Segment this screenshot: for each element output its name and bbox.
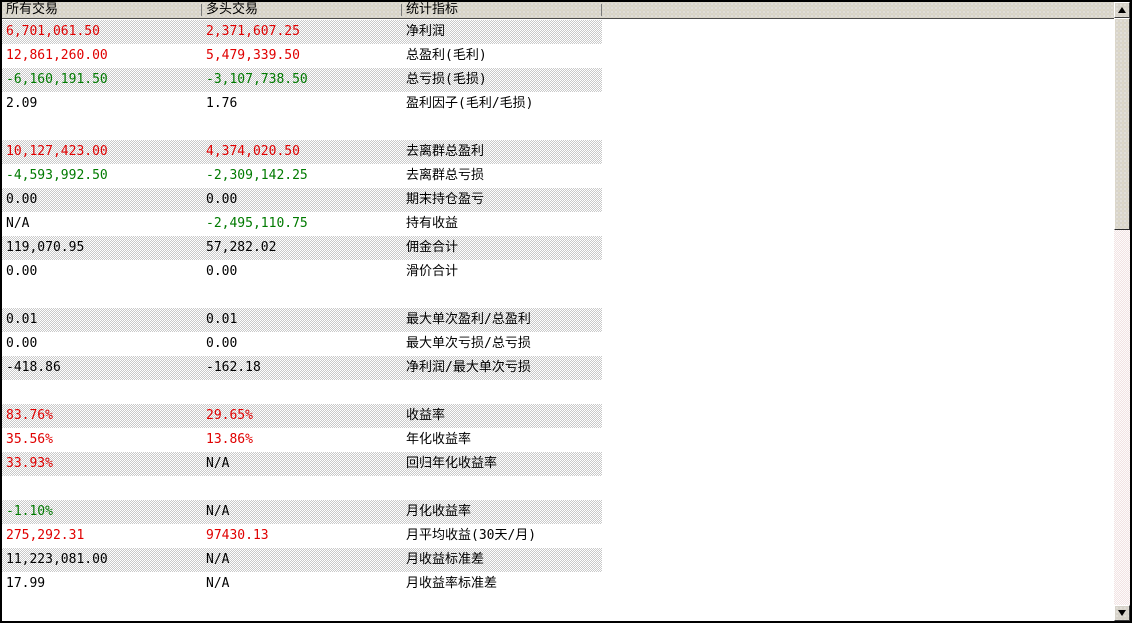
cell-metric: 月平均收益(30天/月) <box>406 528 537 543</box>
cell-all-trades: 0.00 <box>6 336 38 351</box>
table-row: 119,070.95 57,282.02 佣金合计 <box>2 236 602 260</box>
cell-metric: 总盈利(毛利) <box>406 48 487 63</box>
table-row: N/A -2,495,110.75 持有收益 <box>2 212 602 236</box>
cell-metric: 收益率 <box>406 408 446 423</box>
cell-long-trades: 5,479,339.50 <box>206 48 300 63</box>
table-row: 11,223,081.00 N/A 月收益标准差 <box>2 548 602 572</box>
cell-long-trades: 97430.13 <box>206 528 269 543</box>
scroll-up-button[interactable] <box>1114 2 1130 18</box>
table-row: -1.10% N/A 月化收益率 <box>2 500 602 524</box>
cell-long-trades: 0.00 <box>206 192 238 207</box>
cell-long-trades: N/A <box>206 456 230 471</box>
table-row: 12,861,260.00 5,479,339.50 总盈利(毛利) <box>2 44 602 68</box>
cell-all-trades: 11,223,081.00 <box>6 552 108 567</box>
up-arrow-icon <box>1118 7 1126 13</box>
table-row: -4,593,992.50 -2,309,142.25 去离群总亏损 <box>2 164 602 188</box>
cell-metric: 净利润 <box>406 24 446 39</box>
table-row: 35.56% 13.86% 年化收益率 <box>2 428 602 452</box>
table-row: 0.00 0.00 最大单次亏损/总亏损 <box>2 332 602 356</box>
cell-metric: 盈利因子(毛利/毛损) <box>406 96 534 111</box>
table-body: 6,701,061.50 2,371,607.25 净利润 12,861,260.00… <box>2 20 1114 621</box>
cell-all-trades: 0.01 <box>6 312 38 327</box>
cell-metric: 滑价合计 <box>406 264 459 279</box>
cell-all-trades: N/A <box>6 216 30 231</box>
cell-metric: 月收益率标准差 <box>406 576 498 591</box>
cell-long-trades: 29.65% <box>206 408 253 423</box>
cell-metric: 回归年化收益率 <box>406 456 498 471</box>
table-row: -418.86 -162.18 净利润/最大单次亏损 <box>2 356 602 380</box>
cell-all-trades: 10,127,423.00 <box>6 144 108 159</box>
cell-long-trades: 2,371,607.25 <box>206 24 300 39</box>
cell-all-trades: 83.76% <box>6 408 53 423</box>
cell-all-trades: 0.00 <box>6 264 38 279</box>
cell-all-trades: 35.56% <box>6 432 53 447</box>
column-header-filler <box>602 2 1114 18</box>
vertical-scrollbar[interactable] <box>1114 2 1130 621</box>
cell-all-trades: -6,160,191.50 <box>6 72 108 87</box>
table-row: 17.99 N/A 月收益率标准差 <box>2 572 602 596</box>
cell-long-trades: N/A <box>206 504 230 519</box>
table-row: 0.01 0.01 最大单次盈利/总盈利 <box>2 308 602 332</box>
table-row-group: 0.01 0.01 最大单次盈利/总盈利 0.00 0.00 最大单次亏损/总亏损 -418… <box>2 308 1114 380</box>
table-row: -6,160,191.50 -3,107,738.50 总亏损(毛损) <box>2 68 602 92</box>
cell-long-trades: 0.01 <box>206 312 238 327</box>
backtest-statistics-window: 所有交易 多头交易 统计指标 6,701,061.50 2,371,607.25 净… <box>0 0 1132 623</box>
table-row: 275,292.31 97430.13 月平均收益(30天/月) <box>2 524 602 548</box>
cell-metric: 总亏损(毛损) <box>406 72 487 87</box>
cell-long-trades: -3,107,738.50 <box>206 72 308 87</box>
cell-metric: 净利润/最大单次亏损 <box>406 360 531 375</box>
cell-long-trades: -2,495,110.75 <box>206 216 308 231</box>
cell-metric: 去离群总亏损 <box>406 168 485 183</box>
cell-all-trades: -1.10% <box>6 504 53 519</box>
cell-all-trades: 2.09 <box>6 96 38 111</box>
cell-long-trades: 0.00 <box>206 336 238 351</box>
table-row-group: 6,701,061.50 2,371,607.25 净利润 12,861,260.00… <box>2 20 1114 116</box>
cell-metric: 年化收益率 <box>406 432 472 447</box>
cell-all-trades: 33.93% <box>6 456 53 471</box>
scroll-thumb[interactable] <box>1114 18 1130 230</box>
cell-long-trades: N/A <box>206 552 230 567</box>
table-row: 0.00 0.00 期末持仓盈亏 <box>2 188 602 212</box>
cell-all-trades: 275,292.31 <box>6 528 85 543</box>
cell-long-trades: 1.76 <box>206 96 238 111</box>
table-row-group: 83.76% 29.65% 收益率 35.56% 13.86% 年化收益率 33.93% N/… <box>2 404 1114 476</box>
cell-all-trades: 6,701,061.50 <box>6 24 100 39</box>
table-row: 10,127,423.00 4,374,020.50 去离群总盈利 <box>2 140 602 164</box>
table-row-group: -1.10% N/A 月化收益率 275,292.31 97430.13 月平均收益(30… <box>2 500 1114 596</box>
table-row: 2.09 1.76 盈利因子(毛利/毛损) <box>2 92 602 116</box>
cell-all-trades: 17.99 <box>6 576 46 591</box>
cell-metric: 月收益标准差 <box>406 552 485 567</box>
column-header-long-trades[interactable]: 多头交易 <box>202 2 402 18</box>
cell-long-trades: N/A <box>206 576 230 591</box>
cell-metric: 月化收益率 <box>406 504 472 519</box>
cell-metric: 佣金合计 <box>406 240 459 255</box>
cell-metric: 持有收益 <box>406 216 459 231</box>
cell-long-trades: -162.18 <box>206 360 261 375</box>
cell-all-trades: 119,070.95 <box>6 240 85 255</box>
scroll-down-button[interactable] <box>1114 605 1130 621</box>
column-header-all-trades[interactable]: 所有交易 <box>2 2 202 18</box>
cell-metric: 期末持仓盈亏 <box>406 192 485 207</box>
cell-metric: 去离群总盈利 <box>406 144 485 159</box>
cell-metric: 最大单次盈利/总盈利 <box>406 312 531 327</box>
table-row-group: 10,127,423.00 4,374,020.50 去离群总盈利 -4,593,99… <box>2 140 1114 284</box>
table-header: 所有交易 多头交易 统计指标 <box>2 2 1114 19</box>
cell-all-trades: 0.00 <box>6 192 38 207</box>
cell-long-trades: -2,309,142.25 <box>206 168 308 183</box>
cell-long-trades: 4,374,020.50 <box>206 144 300 159</box>
down-arrow-icon <box>1118 610 1126 616</box>
cell-long-trades: 57,282.02 <box>206 240 277 255</box>
cell-metric: 最大单次亏损/总亏损 <box>406 336 531 351</box>
cell-all-trades: 12,861,260.00 <box>6 48 108 63</box>
table-row: 6,701,061.50 2,371,607.25 净利润 <box>2 20 602 44</box>
table-row: 33.93% N/A 回归年化收益率 <box>2 452 602 476</box>
cell-long-trades: 0.00 <box>206 264 238 279</box>
table-row: 83.76% 29.65% 收益率 <box>2 404 602 428</box>
cell-all-trades: -418.86 <box>6 360 61 375</box>
table-row: 0.00 0.00 滑价合计 <box>2 260 602 284</box>
cell-all-trades: -4,593,992.50 <box>6 168 108 183</box>
cell-long-trades: 13.86% <box>206 432 253 447</box>
column-header-statistic-metric[interactable]: 统计指标 <box>402 2 602 18</box>
